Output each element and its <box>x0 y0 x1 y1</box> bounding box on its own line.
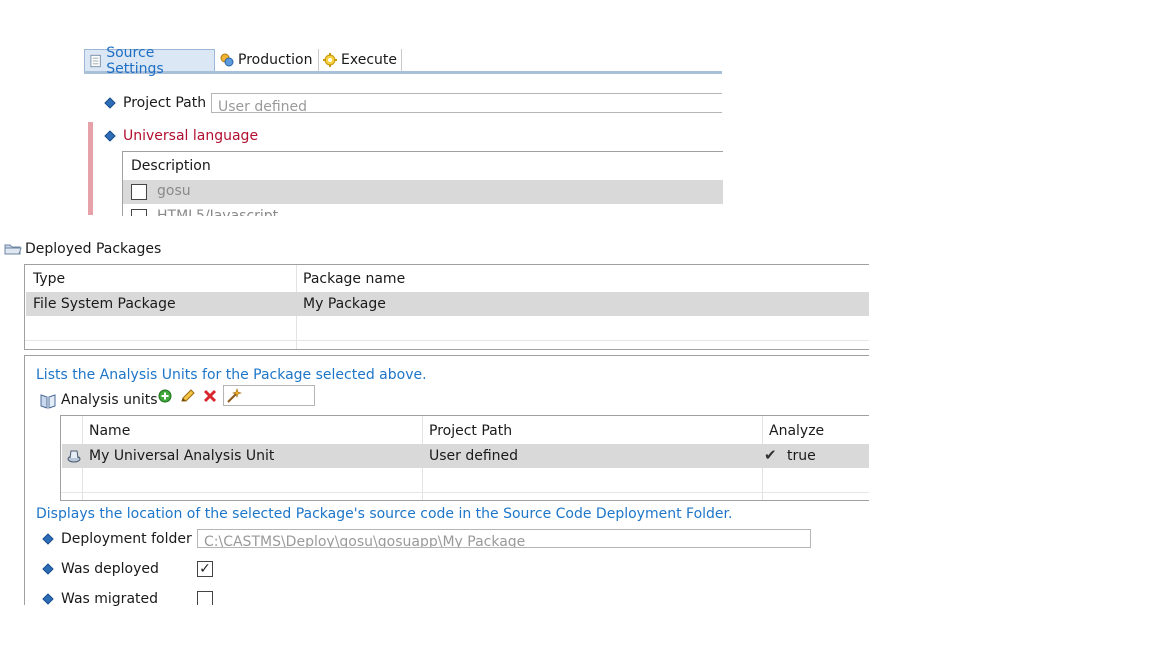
field-marker-icon <box>104 97 116 109</box>
column-header-name[interactable]: Name <box>83 419 419 443</box>
project-path-label: Project Path <box>123 95 207 111</box>
tab-label: Source Settings <box>106 44 164 77</box>
language-checkbox[interactable] <box>131 209 147 216</box>
deployment-folder-field[interactable]: C:\CASTMS\Deploy\gosu\gosuapp\My Package <box>197 529 811 548</box>
tab-source-settings[interactable]: Source Settings <box>84 45 215 77</box>
package-folder-icon <box>4 244 22 255</box>
was-migrated-checkbox-clip <box>197 591 215 605</box>
language-label: HTML5/Javascript <box>157 208 279 216</box>
deployed-packages-title: Deployed Packages <box>25 241 162 257</box>
tab-production[interactable]: Production <box>216 49 319 71</box>
table-row[interactable]: File System Package My Package <box>26 292 869 316</box>
execute-gear-icon <box>323 53 337 67</box>
field-marker-icon <box>42 533 54 545</box>
analyze-check-icon[interactable]: ✔ <box>764 447 780 463</box>
column-header-project-path[interactable]: Project Path <box>423 419 759 443</box>
crop-area <box>0 606 1152 648</box>
deployment-hint: Displays the location of the selected Pa… <box>36 506 733 522</box>
analysis-units-hint: Lists the Analysis Units for the Package… <box>36 367 427 383</box>
language-checkbox[interactable] <box>131 184 147 200</box>
analysis-unit-name-cell: My Universal Analysis Unit <box>89 448 275 464</box>
production-icon <box>220 53 234 67</box>
tab-label: Production <box>238 52 313 68</box>
package-type-cell: File System Package <box>33 296 176 312</box>
project-path-field[interactable]: User defined <box>211 93 722 113</box>
analyze-value-cell: true <box>787 448 816 464</box>
analysis-unit-icon <box>67 450 81 463</box>
filter-wand-icon <box>227 388 242 403</box>
column-header-analyze[interactable]: Analyze <box>763 419 869 443</box>
column-header-package-name[interactable]: Package name <box>297 267 857 291</box>
table-header-row: Type Package name <box>25 267 869 291</box>
edit-pencil-icon[interactable] <box>180 389 196 403</box>
analysis-unit-path-cell: User defined <box>429 448 519 464</box>
required-indicator-bar <box>88 122 93 215</box>
table-header-row: Name Project Path Analyze <box>61 419 869 443</box>
was-deployed-checkbox[interactable]: ✓ <box>197 561 213 577</box>
analysis-units-label: Analysis units <box>61 392 158 408</box>
tab-label: Execute <box>341 52 397 68</box>
tab-execute[interactable]: Execute <box>319 49 402 71</box>
language-row-html5[interactable]: HTML5/Javascript <box>123 206 723 216</box>
field-marker-icon <box>104 130 116 142</box>
universal-language-label: Universal language <box>123 128 259 144</box>
delete-icon[interactable] <box>203 389 217 403</box>
language-row-gosu[interactable]: gosu <box>123 180 723 204</box>
page-icon <box>90 54 101 67</box>
analysis-filter-input[interactable] <box>223 385 315 406</box>
description-column-header: Description <box>131 158 211 174</box>
was-deployed-label: Was deployed <box>61 561 159 577</box>
analysis-book-icon <box>40 394 56 409</box>
was-migrated-checkbox[interactable] <box>197 591 213 605</box>
language-table: Description gosu HTML5/Javascript <box>122 151 723 216</box>
language-label: gosu <box>157 183 191 199</box>
was-migrated-label: Was migrated <box>61 591 159 607</box>
analysis-units-table: Name Project Path Analyze My Universal A… <box>60 415 869 501</box>
table-row[interactable]: My Universal Analysis Unit User defined … <box>62 444 869 468</box>
deployed-packages-table: Type Package name File System Package My… <box>24 264 869 350</box>
add-icon[interactable] <box>158 389 172 403</box>
column-header-type[interactable]: Type <box>27 267 295 291</box>
field-marker-icon <box>42 593 54 605</box>
field-marker-icon <box>42 563 54 575</box>
deployment-folder-label: Deployment folder <box>61 531 192 547</box>
package-name-cell: My Package <box>303 296 386 312</box>
